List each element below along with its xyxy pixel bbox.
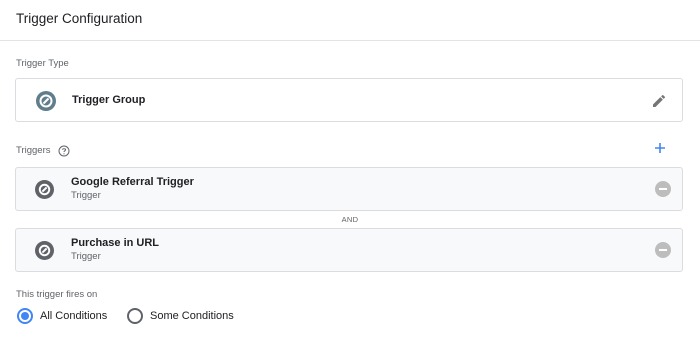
and-separator: AND: [341, 215, 359, 224]
trigger-group-icon: [36, 91, 56, 111]
all-conditions-radio[interactable]: [17, 308, 33, 324]
trigger-type-card[interactable]: Trigger Group: [15, 78, 683, 122]
help-icon[interactable]: [58, 144, 70, 157]
trigger-icon: [35, 241, 54, 260]
trigger-type-text: Trigger: [71, 190, 101, 201]
all-conditions-label[interactable]: All Conditions: [40, 310, 107, 322]
add-trigger-icon[interactable]: [652, 140, 668, 156]
trigger-row[interactable]: Purchase in URL Trigger: [15, 228, 683, 272]
some-conditions-radio[interactable]: [127, 308, 143, 324]
trigger-type-label: Trigger Type: [16, 58, 69, 69]
trigger-name: Google Referral Trigger: [71, 176, 194, 188]
remove-trigger-icon[interactable]: [655, 181, 671, 197]
trigger-name: Purchase in URL: [71, 237, 160, 249]
edit-pencil-icon[interactable]: [651, 93, 667, 109]
panel-header: Trigger Configuration: [0, 0, 700, 41]
some-conditions-label[interactable]: Some Conditions: [150, 310, 234, 322]
trigger-type-value: Trigger Group: [72, 94, 146, 106]
trigger-type-text: Trigger: [71, 251, 101, 262]
triggers-label: Triggers: [16, 145, 51, 156]
trigger-icon: [35, 180, 54, 199]
remove-trigger-icon[interactable]: [655, 242, 671, 258]
panel-title: Trigger Configuration: [16, 11, 143, 26]
trigger-row[interactable]: Google Referral Trigger Trigger: [15, 167, 683, 211]
fires-on-label: This trigger fires on: [16, 289, 98, 300]
